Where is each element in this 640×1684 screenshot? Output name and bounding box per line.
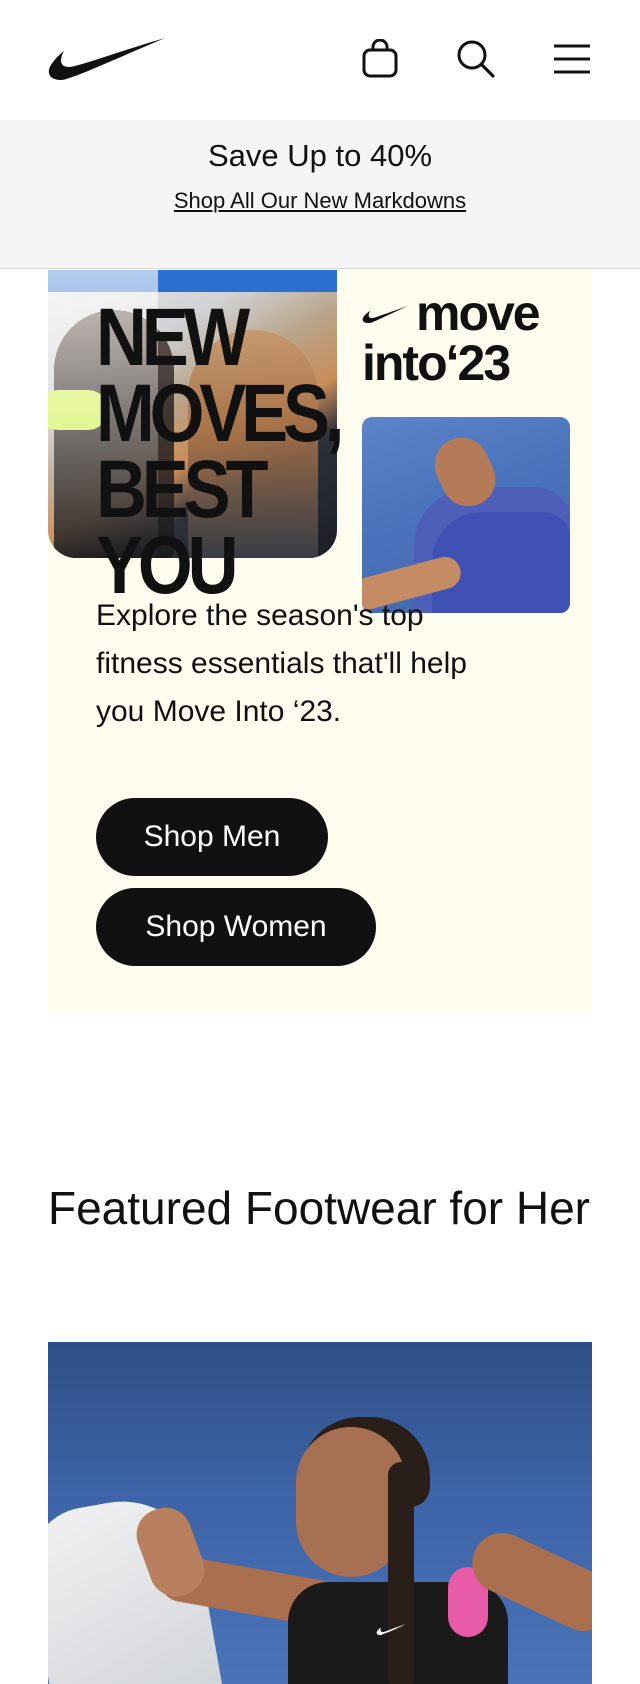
hero-headline: NEW MOVES, BEST YOU — [96, 292, 406, 611]
shopping-bag-icon[interactable] — [355, 34, 405, 84]
featured-footwear-image[interactable] — [48, 1342, 592, 1684]
headline-line-2: MOVES, — [96, 368, 344, 459]
hero-card: move into‘23 NEW MOVES, BEST YOU Explore… — [48, 270, 592, 1013]
brand-line-move: move — [416, 285, 541, 341]
headline-line-1: NEW — [96, 292, 250, 383]
nike-logo-icon[interactable] — [47, 36, 167, 82]
shop-men-button[interactable]: Shop Men — [96, 798, 328, 876]
site-header — [0, 0, 640, 120]
featured-footwear-heading: Featured Footwear for Her — [48, 1182, 591, 1234]
hamburger-menu-icon[interactable] — [547, 34, 597, 84]
shop-markdowns-link[interactable]: Shop All Our New Markdowns — [0, 188, 640, 214]
search-icon[interactable] — [451, 34, 501, 84]
promo-banner: Save Up to 40% Shop All Our New Markdown… — [0, 120, 640, 269]
hero-description: Explore the season's top fitness essenti… — [96, 599, 467, 728]
promo-title: Save Up to 40% — [207, 138, 433, 173]
headline-line-3: BEST YOU — [96, 444, 269, 611]
nike-swoosh-icon — [376, 1624, 406, 1635]
shop-women-button[interactable]: Shop Women — [96, 888, 376, 966]
